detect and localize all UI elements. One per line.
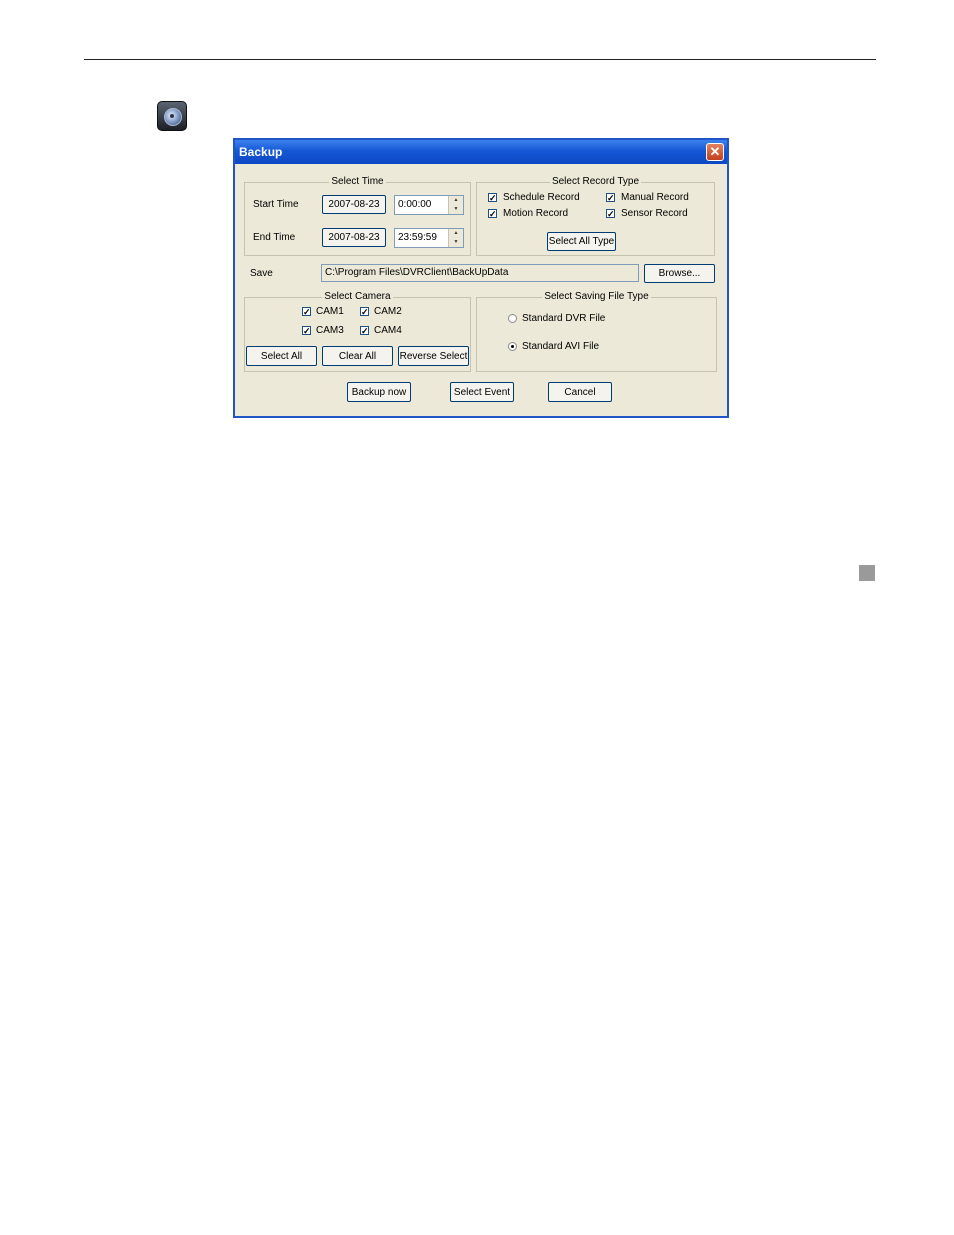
spin-down-icon[interactable]: ▼: [449, 205, 463, 214]
backup-disc-icon: [157, 101, 187, 131]
manual-record-label: Manual Record: [621, 192, 689, 203]
cam4-label: CAM4: [374, 325, 402, 336]
end-time-label: End Time: [253, 232, 296, 243]
spin-up-icon[interactable]: ▲: [449, 196, 463, 205]
motion-record-checkbox[interactable]: ✓: [488, 209, 497, 219]
end-date-button[interactable]: 2007-08-23: [322, 228, 386, 247]
manual-record-checkbox[interactable]: ✓: [606, 193, 615, 203]
sensor-record-label: Sensor Record: [621, 208, 688, 219]
dvr-file-radio[interactable]: [508, 314, 517, 323]
avi-file-label: Standard AVI File: [522, 341, 600, 352]
backup-now-button[interactable]: Backup now: [347, 382, 411, 402]
file-type-group: Select Saving File Type Standard DVR Fil…: [476, 291, 717, 372]
browse-button[interactable]: Browse...: [644, 264, 715, 283]
cam3-checkbox[interactable]: ✓: [302, 326, 311, 336]
cam2-label: CAM2: [374, 306, 402, 317]
end-time-value: 23:59:59: [398, 232, 437, 243]
save-path-value: C:\Program Files\DVRClient\BackUpData: [325, 267, 509, 278]
dialog-title: Backup: [239, 145, 283, 159]
dialog-titlebar[interactable]: Backup ✕: [235, 140, 727, 164]
sensor-record-checkbox[interactable]: ✓: [606, 209, 615, 219]
cam1-checkbox[interactable]: ✓: [302, 307, 311, 317]
page-side-marker: [859, 565, 875, 581]
select-camera-legend: Select Camera: [322, 291, 393, 302]
cam2-checkbox[interactable]: ✓: [360, 307, 369, 317]
dvr-file-label: Standard DVR File: [522, 313, 606, 324]
select-all-cameras-button[interactable]: Select All: [246, 346, 317, 366]
start-time-field[interactable]: 0:00:00 ▲ ▼: [394, 195, 464, 215]
record-type-legend: Select Record Type: [549, 176, 642, 187]
record-type-group: Select Record Type ✓ Schedule Record ✓ M…: [476, 176, 715, 256]
end-time-spinner[interactable]: ▲ ▼: [448, 229, 463, 247]
avi-file-radio[interactable]: [508, 342, 517, 351]
spin-up-icon[interactable]: ▲: [449, 229, 463, 238]
start-time-spinner[interactable]: ▲ ▼: [448, 196, 463, 214]
clear-all-cameras-button[interactable]: Clear All: [322, 346, 393, 366]
file-type-legend: Select Saving File Type: [542, 291, 651, 302]
select-all-type-button[interactable]: Select All Type: [547, 232, 616, 251]
reverse-select-cameras-button[interactable]: Reverse Select: [398, 346, 469, 366]
select-time-group: Select Time Start Time 2007-08-23 0:00:0…: [244, 176, 471, 256]
select-camera-group: Select Camera ✓ CAM1 ✓ CAM2 ✓ CAM3 ✓ CAM…: [244, 291, 471, 372]
select-time-legend: Select Time: [329, 176, 386, 187]
save-path-field[interactable]: C:\Program Files\DVRClient\BackUpData: [321, 264, 639, 282]
page-top-rule: [84, 59, 876, 60]
save-label: Save: [250, 268, 273, 279]
end-time-field[interactable]: 23:59:59 ▲ ▼: [394, 228, 464, 248]
spin-down-icon[interactable]: ▼: [449, 238, 463, 247]
close-icon[interactable]: ✕: [706, 143, 724, 161]
select-event-button[interactable]: Select Event: [450, 382, 514, 402]
start-date-button[interactable]: 2007-08-23: [322, 195, 386, 214]
cam4-checkbox[interactable]: ✓: [360, 326, 369, 336]
schedule-record-label: Schedule Record: [503, 192, 580, 203]
start-time-label: Start Time: [253, 199, 299, 210]
schedule-record-checkbox[interactable]: ✓: [488, 193, 497, 203]
cam3-label: CAM3: [316, 325, 344, 336]
cam1-label: CAM1: [316, 306, 344, 317]
cancel-button[interactable]: Cancel: [548, 382, 612, 402]
backup-dialog: Backup ✕ Select Time Start Time 2007-08-…: [233, 138, 729, 418]
start-time-value: 0:00:00: [398, 199, 432, 210]
motion-record-label: Motion Record: [503, 208, 569, 219]
